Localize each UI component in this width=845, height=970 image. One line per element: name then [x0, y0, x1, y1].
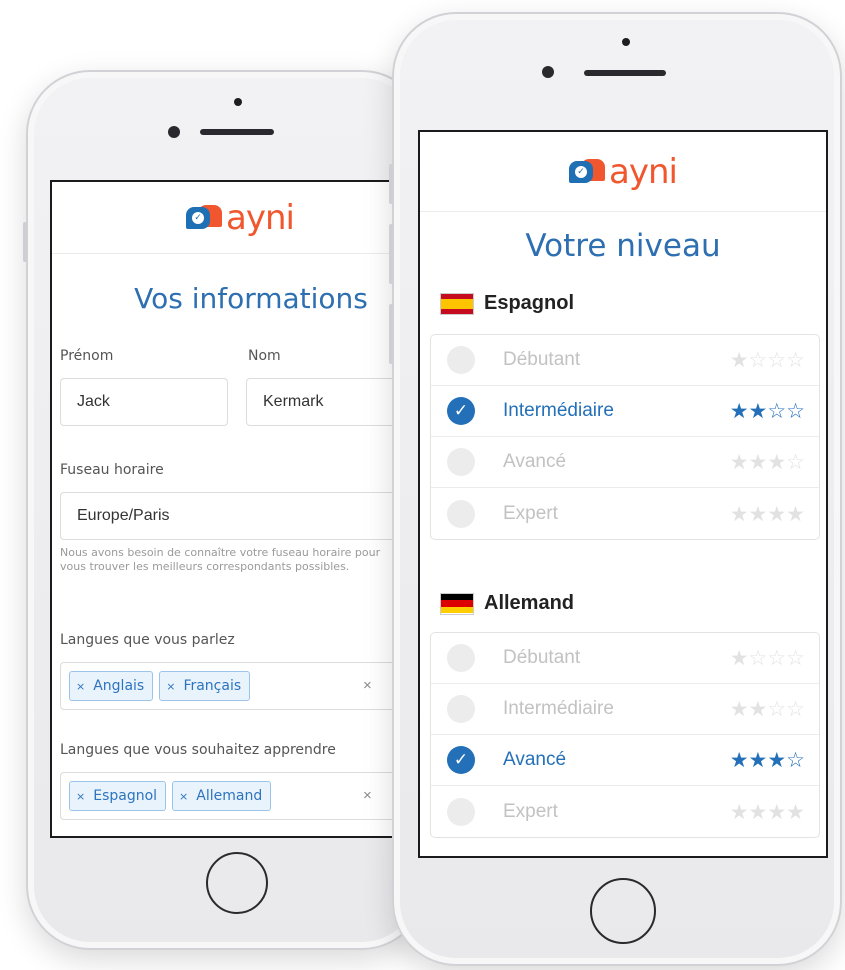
left-screen: ✓ ayni Vos informations Prénom Nom Jack … — [50, 180, 428, 838]
ayni-logo-icon: ✓ — [186, 204, 223, 231]
logo-text: ayni — [226, 197, 295, 238]
radio-unchecked-icon[interactable] — [447, 695, 475, 723]
tag-label: Espagnol — [93, 788, 158, 804]
right-phone-frame: ✓ ayni Votre niveau Espagnol Débutant ★☆… — [389, 12, 842, 966]
app-header: ✓ ayni — [420, 132, 826, 212]
app-header: ✓ ayni — [52, 182, 428, 254]
remove-tag-icon[interactable]: × — [76, 790, 85, 803]
star-rating-icon: ★★★★ — [729, 501, 805, 526]
level-label: Avancé — [503, 451, 567, 472]
level-option[interactable]: Expert ★★★★ — [431, 786, 819, 837]
logo-text: ayni — [609, 151, 678, 192]
radio-unchecked-icon[interactable] — [447, 499, 475, 528]
star-rating-icon: ★★★☆ — [729, 450, 805, 474]
level-label: Débutant — [503, 349, 581, 370]
proximity-sensor — [622, 38, 630, 46]
level-label: Expert — [503, 800, 558, 822]
level-option[interactable]: Débutant ★☆☆☆ — [431, 633, 819, 684]
tag-allemand[interactable]: × Allemand — [172, 781, 272, 811]
star-rating-icon: ★★★☆ — [729, 748, 805, 772]
germany-flag-icon — [440, 592, 474, 615]
left-phone-frame: ✓ ayni Vos informations Prénom Nom Jack … — [23, 70, 428, 950]
mute-switch — [23, 222, 27, 262]
language-heading-allemand: Allemand — [440, 592, 574, 615]
ayni-logo: ✓ ayni — [186, 197, 295, 238]
level-option-selected[interactable]: ✓ Avancé ★★★☆ — [431, 735, 819, 786]
radio-unchecked-icon[interactable] — [447, 797, 475, 826]
language-heading-espagnol: Espagnol — [440, 292, 574, 315]
earpiece-speaker — [584, 70, 666, 76]
level-list-espagnol: Débutant ★☆☆☆ ✓ Intermédiaire ★★☆☆ Avanc… — [430, 334, 820, 540]
tag-label: Anglais — [93, 678, 145, 694]
level-option[interactable]: Avancé ★★★☆ — [431, 437, 819, 488]
last-name-label: Nom — [248, 348, 281, 364]
radio-checked-icon[interactable]: ✓ — [447, 746, 475, 774]
proximity-sensor — [234, 98, 242, 106]
remove-tag-icon[interactable]: × — [179, 790, 188, 803]
page-title: Vos informations — [134, 282, 368, 315]
ayni-logo-icon: ✓ — [569, 158, 606, 185]
radio-unchecked-icon[interactable] — [447, 346, 475, 374]
level-label: Expert — [503, 502, 558, 524]
language-name: Espagnol — [484, 292, 575, 314]
spoken-languages-input[interactable]: × Anglais × Français × — [60, 662, 420, 710]
home-button[interactable] — [206, 852, 268, 914]
tag-anglais[interactable]: × Anglais — [69, 671, 154, 701]
tag-label: Français — [183, 678, 242, 694]
star-rating-icon: ★★☆☆ — [729, 697, 805, 721]
earpiece-speaker — [200, 129, 274, 135]
level-option[interactable]: Expert ★★★★ — [431, 488, 819, 539]
language-name: Allemand — [484, 592, 575, 614]
right-screen: ✓ ayni Votre niveau Espagnol Débutant ★☆… — [418, 130, 828, 858]
ayni-logo: ✓ ayni — [569, 151, 678, 192]
star-rating-icon: ★☆☆☆ — [729, 646, 805, 670]
level-list-allemand: Débutant ★☆☆☆ Intermédiaire ★★☆☆ ✓ Avanc… — [430, 632, 820, 838]
tag-label: Allemand — [196, 788, 263, 804]
star-rating-icon: ★★★★ — [729, 799, 805, 824]
star-rating-icon: ★☆☆☆ — [729, 348, 805, 372]
level-label: Débutant — [503, 647, 581, 668]
remove-tag-icon[interactable]: × — [76, 680, 85, 693]
learn-languages-input[interactable]: × Espagnol × Allemand × — [60, 772, 420, 820]
volume-down-button — [389, 304, 393, 364]
level-option[interactable]: Intermédiaire ★★☆☆ — [431, 684, 819, 735]
first-name-field[interactable]: Jack — [60, 378, 228, 426]
timezone-select[interactable]: Europe/Paris — [60, 492, 428, 540]
remove-tag-icon[interactable]: × — [166, 680, 175, 693]
tag-espagnol[interactable]: × Espagnol — [69, 781, 167, 811]
level-option-selected[interactable]: ✓ Intermédiaire ★★☆☆ — [431, 386, 819, 437]
level-label: Intermédiaire — [503, 698, 614, 719]
front-camera — [168, 126, 180, 138]
learn-languages-label: Langues que vous souhaitez apprendre — [60, 742, 336, 758]
level-option[interactable]: Débutant ★☆☆☆ — [431, 335, 819, 386]
mute-switch — [389, 164, 393, 204]
clear-all-icon[interactable]: × — [363, 787, 372, 804]
level-label: Avancé — [503, 749, 567, 770]
timezone-help-text: Nous avons besoin de connaître votre fus… — [60, 546, 381, 573]
home-button[interactable] — [590, 878, 656, 944]
spain-flag-icon — [440, 292, 474, 315]
radio-checked-icon[interactable]: ✓ — [447, 397, 475, 425]
radio-unchecked-icon[interactable] — [447, 448, 475, 476]
page-title: Votre niveau — [525, 228, 721, 264]
spoken-languages-label: Langues que vous parlez — [60, 632, 235, 648]
clear-all-icon[interactable]: × — [363, 677, 372, 694]
timezone-label: Fuseau horaire — [60, 462, 164, 478]
tag-francais[interactable]: × Français — [159, 671, 251, 701]
level-label: Intermédiaire — [503, 400, 614, 421]
front-camera — [542, 66, 554, 78]
star-rating-icon: ★★☆☆ — [729, 399, 805, 423]
radio-unchecked-icon[interactable] — [447, 644, 475, 672]
first-name-label: Prénom — [60, 348, 114, 364]
volume-up-button — [389, 224, 393, 284]
